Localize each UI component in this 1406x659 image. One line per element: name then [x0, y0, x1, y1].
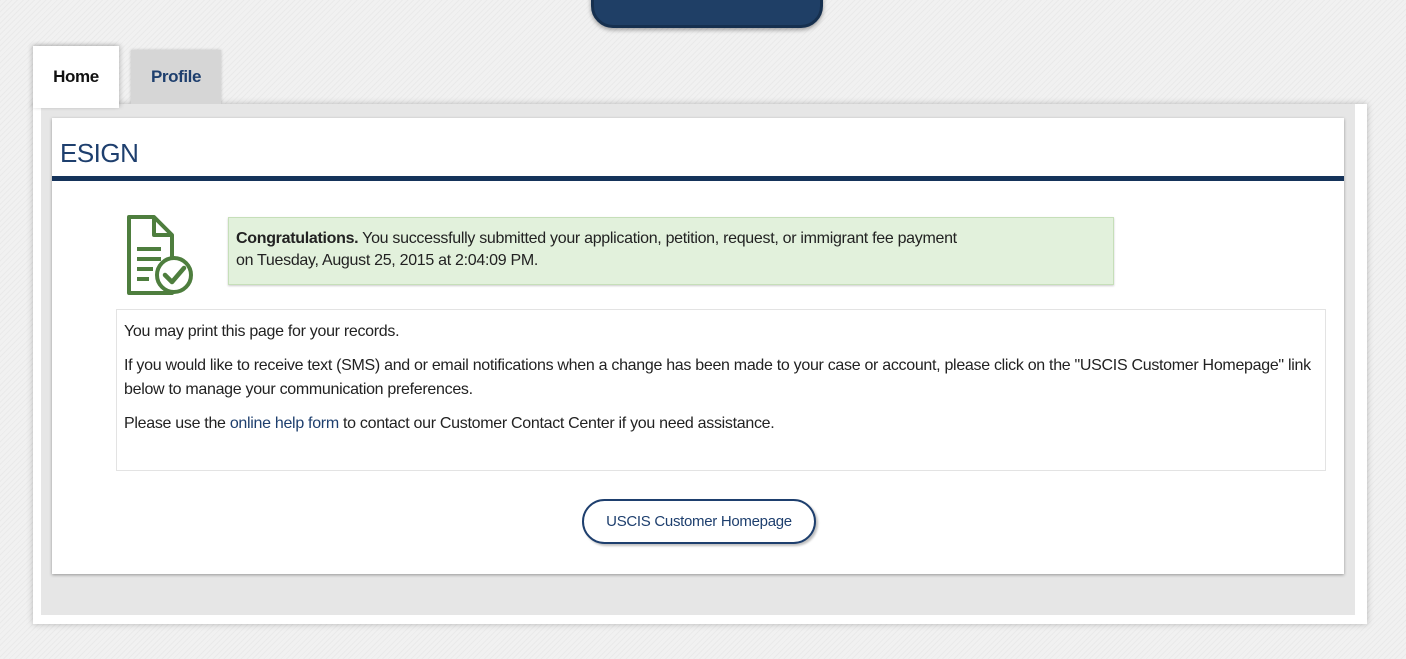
top-nav-button[interactable] — [591, 0, 823, 28]
alert-strong-text: Congratulations. — [236, 230, 359, 247]
help-suffix: to contact our Customer Contact Center i… — [338, 415, 775, 432]
print-note: You may print this page for your records… — [124, 323, 400, 340]
notifications-text: If you would like to receive text (SMS) … — [124, 357, 1311, 398]
alert-message-line2: on Tuesday, August 25, 2015 at 2:04:09 P… — [236, 252, 538, 269]
tab-profile-label: Profile — [150, 67, 202, 86]
alert-message-line1: You successfully submitted your applicat… — [358, 230, 957, 247]
document-check-icon — [124, 215, 196, 297]
title-divider — [52, 176, 1344, 181]
uscis-customer-homepage-button[interactable]: USCIS Customer Homepage — [582, 499, 816, 544]
help-text: Please use the online help form to conta… — [124, 412, 1318, 436]
online-help-form-link[interactable]: online help form — [230, 415, 339, 432]
help-prefix: Please use the — [124, 415, 230, 432]
tab-home[interactable]: Home — [33, 46, 119, 108]
tab-home-label: Home — [53, 67, 99, 86]
success-alert: Congratulations. You successfully submit… — [228, 217, 1114, 285]
page-title: ESIGN — [60, 138, 139, 168]
info-box: You may print this page for your records… — [116, 309, 1326, 471]
tab-profile[interactable]: Profile — [131, 50, 221, 104]
